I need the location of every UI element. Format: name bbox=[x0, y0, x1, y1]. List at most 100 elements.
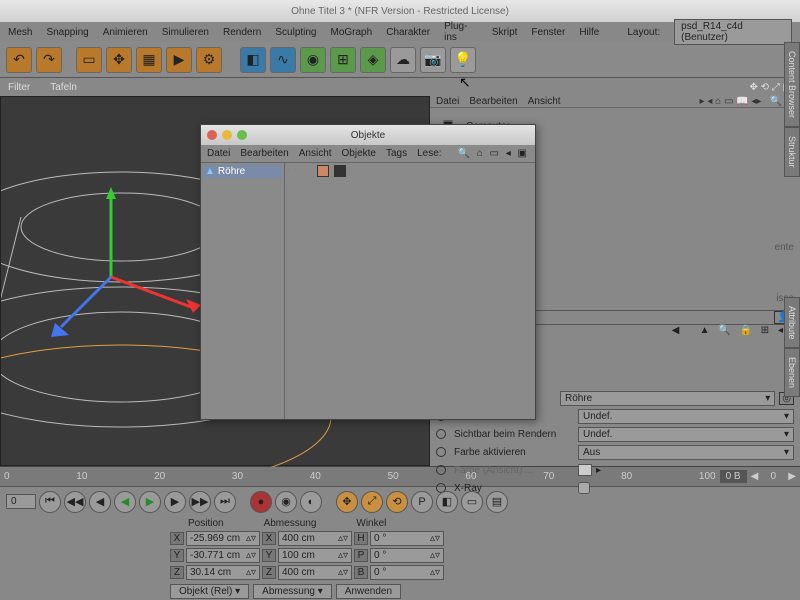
timeline-scroll-left[interactable]: ◀ bbox=[751, 471, 759, 482]
cb-menu-ansicht[interactable]: Ansicht bbox=[528, 96, 561, 107]
ang-h-field[interactable]: 0 °▵▿ bbox=[370, 531, 444, 546]
ow-menu-lese[interactable]: Lese: bbox=[417, 148, 441, 159]
objekte-window[interactable]: Objekte Datei Bearbeiten Ansicht Objekte… bbox=[200, 124, 536, 420]
layout-selector[interactable]: psd_R14_c4d (Benutzer) bbox=[674, 19, 792, 45]
goto-start-button[interactable]: ⏮ bbox=[39, 491, 61, 513]
nurbs-tool[interactable]: ◉ bbox=[300, 47, 326, 73]
xray-checkbox[interactable] bbox=[578, 482, 590, 494]
menu-mesh[interactable]: Mesh bbox=[8, 27, 32, 38]
dim-x-field[interactable]: 400 cm▵▿ bbox=[278, 531, 352, 546]
menu-mograph[interactable]: MoGraph bbox=[331, 27, 373, 38]
axis-gizmo[interactable] bbox=[51, 187, 211, 347]
phong-tag-icon[interactable] bbox=[317, 165, 329, 177]
coord-mode-select[interactable]: Objekt (Rel) ▾ bbox=[170, 584, 249, 599]
ang-p-field[interactable]: 0 °▵▿ bbox=[370, 548, 444, 563]
step-fwd-key-button[interactable]: ▶▶ bbox=[189, 491, 211, 513]
rotate-key-button[interactable]: ⟲ bbox=[386, 491, 408, 513]
menu-sculpting[interactable]: Sculpting bbox=[275, 27, 316, 38]
scale-key-button[interactable]: ⤢ bbox=[361, 491, 383, 513]
pos-z-field[interactable]: 30.14 cm▵▿ bbox=[186, 565, 260, 580]
render-button[interactable]: ▶ bbox=[166, 47, 192, 73]
move-tool[interactable]: ✥ bbox=[106, 47, 132, 73]
attr-nav-icons[interactable]: ◀ ▲ 🔍 🔒 ⊞ ◂▸ bbox=[672, 325, 794, 336]
menu-simulieren[interactable]: Simulieren bbox=[162, 27, 209, 38]
ow-menu-tags[interactable]: Tags bbox=[386, 148, 407, 159]
side-tab-struktur[interactable]: Struktur bbox=[784, 127, 800, 177]
environment-tool[interactable]: ☁ bbox=[390, 47, 416, 73]
coord-dim-select[interactable]: Abmessung ▾ bbox=[253, 584, 332, 599]
pla-key-button[interactable]: ◧ bbox=[436, 491, 458, 513]
side-tab-attribute[interactable]: Attribute bbox=[784, 297, 800, 349]
object-tags[interactable] bbox=[315, 163, 535, 419]
step-fwd-button[interactable]: ▶ bbox=[164, 491, 186, 513]
window-title: Ohne Titel 3 * (NFR Version - Restricted… bbox=[291, 6, 509, 17]
render-settings[interactable]: ⚙ bbox=[196, 47, 222, 73]
texture-tag-icon[interactable] bbox=[334, 165, 346, 177]
menu-skript[interactable]: Skript bbox=[492, 27, 518, 38]
ow-menu-datei[interactable]: Datei bbox=[207, 148, 230, 159]
cb-menu-bearbeiten[interactable]: Bearbeiten bbox=[469, 96, 517, 107]
ow-menu-bearbeiten[interactable]: Bearbeiten bbox=[240, 148, 288, 159]
attr-name-field[interactable]: Röhre▾ bbox=[560, 391, 775, 406]
cb-toolbar-icons[interactable]: ▸ ◂ ⌂ ▭ 📖 ◂▸ 🔍 ⚙ bbox=[700, 96, 794, 107]
opt1-button[interactable]: ▭ bbox=[461, 491, 483, 513]
frame-field-start[interactable]: 0 bbox=[6, 494, 36, 509]
param-key-button[interactable]: P bbox=[411, 491, 433, 513]
attr-vis-editor-field[interactable]: Undef.▾ bbox=[578, 409, 794, 424]
radio-color-act[interactable] bbox=[436, 447, 446, 457]
visibility-dots[interactable]: • • bbox=[285, 163, 315, 419]
tree-item-rohre[interactable]: ▲ Röhre bbox=[203, 165, 282, 178]
filter-menu[interactable]: Filter bbox=[8, 82, 30, 93]
step-back-key-button[interactable]: ◀◀ bbox=[64, 491, 86, 513]
light-tool[interactable]: 💡 bbox=[450, 47, 476, 73]
attr-vis-render-field[interactable]: Undef.▾ bbox=[578, 427, 794, 442]
timeline-scroll-right[interactable]: ▶ bbox=[788, 471, 796, 482]
ow-menu-ansicht[interactable]: Ansicht bbox=[299, 148, 332, 159]
menu-hilfe[interactable]: Hilfe bbox=[579, 27, 599, 38]
camera-tool[interactable]: 📷 bbox=[420, 47, 446, 73]
pos-x-field[interactable]: -25.969 cm▵▿ bbox=[186, 531, 260, 546]
dim-y-field[interactable]: 100 cm▵▿ bbox=[278, 548, 352, 563]
redo-button[interactable]: ↷ bbox=[36, 47, 62, 73]
goto-end-button[interactable]: ⏭ bbox=[214, 491, 236, 513]
autokey-button[interactable]: ◉ bbox=[275, 491, 297, 513]
timeline-frame[interactable]: 0 B bbox=[720, 470, 747, 483]
step-back-button[interactable]: ◀ bbox=[89, 491, 111, 513]
zoom-icon[interactable] bbox=[237, 130, 247, 140]
objekte-titlebar[interactable]: Objekte bbox=[201, 125, 535, 145]
menu-animieren[interactable]: Animieren bbox=[103, 27, 148, 38]
ang-b-field[interactable]: 0 °▵▿ bbox=[370, 565, 444, 580]
array-tool[interactable]: ⊞ bbox=[330, 47, 356, 73]
cb-menu-datei[interactable]: Datei bbox=[436, 96, 459, 107]
radio-vis-render[interactable] bbox=[436, 429, 446, 439]
undo-button[interactable]: ↶ bbox=[6, 47, 32, 73]
tafeln-menu[interactable]: Tafeln bbox=[50, 82, 77, 93]
menu-snapping[interactable]: Snapping bbox=[46, 27, 88, 38]
render-region[interactable]: ▦ bbox=[136, 47, 162, 73]
record-button[interactable]: ● bbox=[250, 491, 272, 513]
dim-z-field[interactable]: 400 cm▵▿ bbox=[278, 565, 352, 580]
move-key-button[interactable]: ✥ bbox=[336, 491, 358, 513]
pos-y-field[interactable]: -30.771 cm▵▿ bbox=[186, 548, 260, 563]
cube-primitive[interactable]: ◧ bbox=[240, 47, 266, 73]
menu-charakter[interactable]: Charakter bbox=[386, 27, 430, 38]
play-backward-button[interactable]: ◀ bbox=[114, 491, 136, 513]
close-icon[interactable] bbox=[207, 130, 217, 140]
select-tool[interactable]: ▭ bbox=[76, 47, 102, 73]
opt2-button[interactable]: ▤ bbox=[486, 491, 508, 513]
attr-color-act-field[interactable]: Aus▾ bbox=[578, 445, 794, 460]
object-tree[interactable]: ▲ Röhre bbox=[201, 163, 285, 419]
menu-plugins[interactable]: Plug-ins bbox=[444, 21, 478, 43]
minimize-icon[interactable] bbox=[222, 130, 232, 140]
spline-tool[interactable]: ∿ bbox=[270, 47, 296, 73]
ow-toolbar-icons[interactable]: 🔍 ⌂ ▭ ◂ ▣ bbox=[457, 148, 529, 159]
side-tab-ebenen[interactable]: Ebenen bbox=[784, 348, 800, 397]
play-forward-button[interactable]: ▶ bbox=[139, 491, 161, 513]
ow-menu-objekte[interactable]: Objekte bbox=[342, 148, 376, 159]
deformer-tool[interactable]: ◈ bbox=[360, 47, 386, 73]
menu-fenster[interactable]: Fenster bbox=[531, 27, 565, 38]
menu-rendern[interactable]: Rendern bbox=[223, 27, 261, 38]
side-tab-content-browser[interactable]: Content Browser bbox=[784, 42, 800, 127]
coord-apply-button[interactable]: Anwenden bbox=[336, 584, 401, 599]
keyframe-sel-button[interactable]: ◐ bbox=[300, 491, 322, 513]
